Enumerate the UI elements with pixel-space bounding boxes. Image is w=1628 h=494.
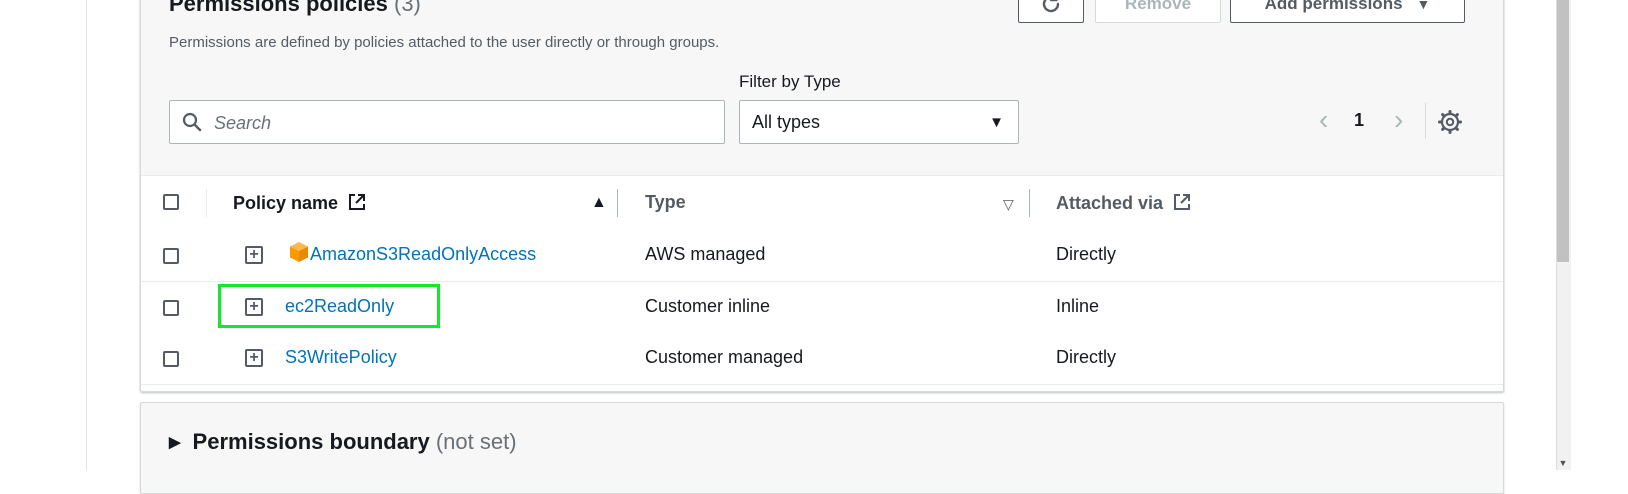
remove-button[interactable]: Remove [1095,0,1221,23]
search-icon [182,112,202,132]
caret-down-icon: ▼ [1416,0,1431,12]
panel-header: Permissions policies (3) Permissions are… [141,0,1503,175]
boundary-status: (not set) [435,429,517,454]
table-header: Policy name ▲ Type ▽ Attached via [141,175,1503,231]
scrollbar-thumb[interactable] [1557,0,1569,262]
refresh-icon [1042,0,1060,13]
table-row: + AmazonS3ReadOnlyAccess AWS managed Dir… [141,230,1503,282]
attached-via: Directly [1056,347,1117,367]
highlight-box [218,284,440,328]
settings-gear-icon[interactable] [1437,109,1463,135]
policy-type: Customer inline [645,296,771,316]
column-header-policy-name[interactable]: Policy name [233,192,367,214]
caret-right-icon: ▶ [169,434,181,451]
pagination-divider [1425,103,1426,139]
filter-by-type-label: Filter by Type [739,72,841,91]
sort-ascending-icon[interactable]: ▲ [591,194,607,212]
boundary-title: Permissions boundary [192,429,430,454]
type-filter-select[interactable]: All types ▼ [739,100,1019,144]
external-link-icon [1174,194,1191,210]
attached-via: Directly [1056,244,1117,264]
panel-description: Permissions are defined by policies atta… [169,34,720,51]
next-page-button[interactable]: › [1394,106,1403,134]
column-header-attached-via[interactable]: Attached via [1056,192,1192,214]
policy-link[interactable]: S3WritePolicy [285,347,397,368]
column-divider[interactable] [1029,189,1030,217]
table-row: + ec2ReadOnly Customer inline Inline [141,282,1503,334]
attached-via-header-label: Attached via [1056,193,1164,213]
previous-page-button[interactable]: ‹ [1319,106,1328,134]
policy-type: Customer managed [645,347,804,367]
column-header-type[interactable]: Type [645,192,686,213]
add-permissions-button[interactable]: Add permissions ▼ [1230,0,1465,23]
select-all-checkbox[interactable] [163,194,179,210]
expand-row-icon[interactable]: + [245,246,263,264]
caret-down-icon: ▼ [989,114,1004,131]
policy-count: (3) [394,0,421,16]
type-filter-value: All types [752,112,821,132]
current-page-number[interactable]: 1 [1354,110,1364,131]
column-divider[interactable] [617,189,618,217]
policy-link[interactable]: AmazonS3ReadOnlyAccess [310,244,536,265]
panel-title-text: Permissions policies [169,0,388,16]
aws-managed-policy-icon [290,242,308,262]
add-permissions-label: Add permissions [1264,0,1403,13]
permissions-boundary-panel: ▶ Permissions boundary (not set) [140,402,1504,494]
search-input[interactable] [212,101,716,145]
sort-descending-icon[interactable]: ▽ [1003,196,1014,213]
table-row: + S3WritePolicy Customer managed Directl… [141,333,1503,385]
content-left-border [86,0,87,470]
row-checkbox[interactable] [163,351,179,367]
scroll-down-arrow-icon[interactable]: ▼ [1556,456,1570,470]
permissions-boundary-toggle[interactable]: ▶ Permissions boundary (not set) [169,429,517,455]
row-checkbox[interactable] [163,248,179,264]
search-field[interactable] [169,100,725,145]
row-checkbox[interactable] [163,300,179,316]
column-divider [206,189,207,217]
external-link-icon [349,194,366,210]
attached-via: Inline [1056,296,1100,316]
panel-title: Permissions policies (3) [169,0,421,17]
permissions-policies-panel: Permissions policies (3) Permissions are… [140,0,1504,392]
policy-type: AWS managed [645,244,766,264]
refresh-button[interactable] [1018,0,1084,23]
policy-name-header-label: Policy name [233,193,339,213]
expand-row-icon[interactable]: + [245,349,263,367]
